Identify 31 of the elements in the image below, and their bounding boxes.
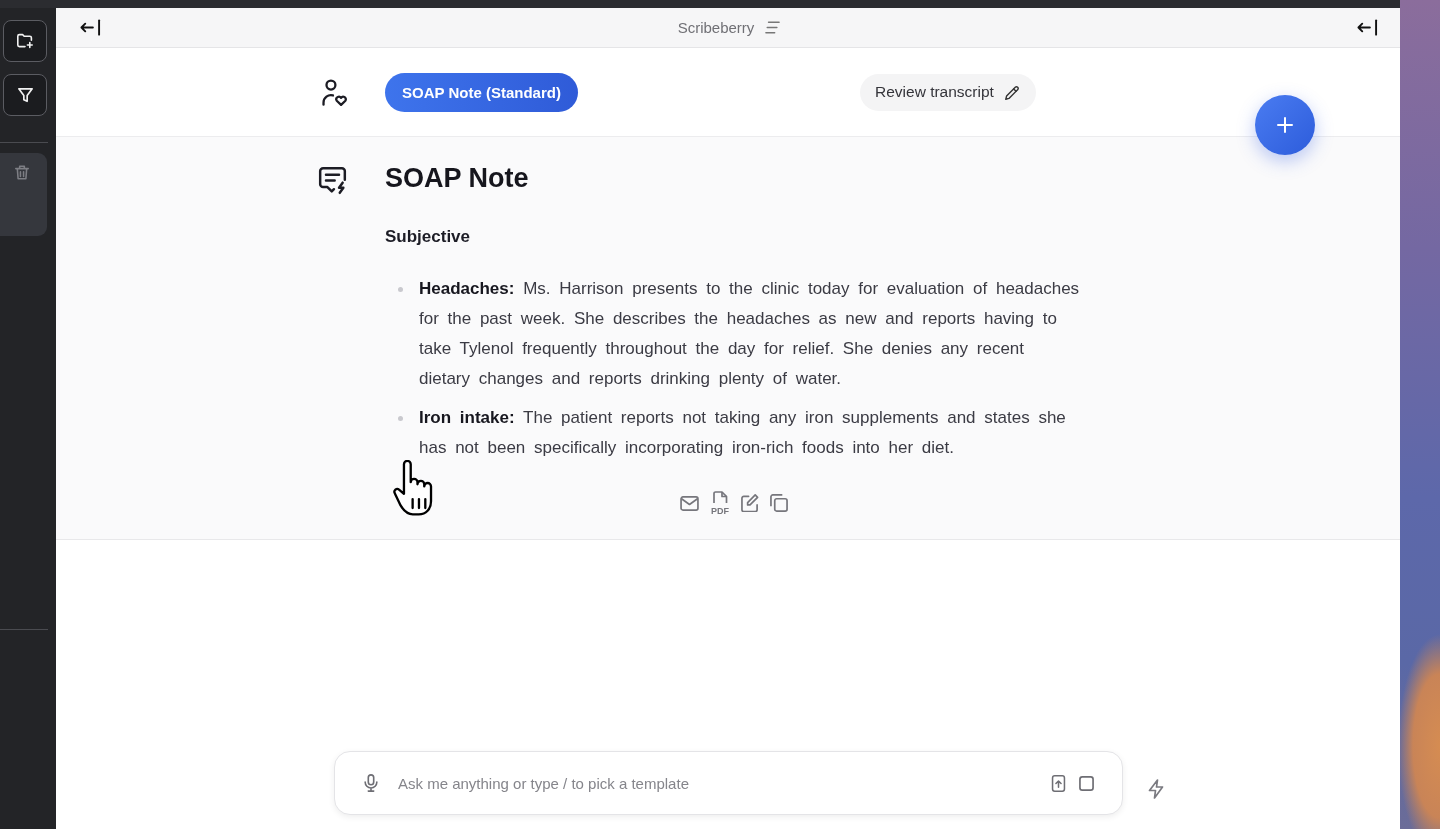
bullet-text: Headaches: Ms. Harrison presents to the clinic today for evaluation of headaches for the past week. She describes the headaches as new and reports having to take Tylenol frequently throughout the day for relief. She denies any recent dietary changes and reports drinking plenty of water. [419,278,1081,390]
bullet-icon [398,287,403,292]
microphone-icon[interactable] [363,774,379,792]
folder-plus-icon [17,33,33,49]
template-button[interactable]: SOAP Note (Standard) [385,72,578,112]
arrow-to-line-icon[interactable] [80,19,101,36]
new-folder-button[interactable] [3,20,47,62]
trash-icon[interactable] [15,165,29,180]
menu-icon[interactable] [765,21,781,34]
bullet-text: Iron intake: The patient reports not taking any iron supplements and states she has not been specifically incorporating iron-rich foods into her diet. [419,407,1067,459]
lightning-bolt-icon[interactable] [1147,779,1165,799]
app-title: Scribeberry [677,19,755,36]
mail-icon[interactable] [680,495,699,511]
bullet-icon [398,416,403,421]
copy-icon[interactable] [770,494,788,512]
arrow-to-line-icon[interactable] [1357,19,1378,36]
square-icon[interactable] [1079,775,1094,791]
section-heading: Subjective [385,227,472,247]
filter-button[interactable] [3,74,47,116]
note-title: SOAP Note [385,162,530,195]
funnel-icon [17,87,33,103]
add-button[interactable] [1255,95,1315,155]
chat-bolt-icon [318,166,347,195]
edit-icon[interactable] [741,494,759,512]
plus-icon [1277,117,1293,133]
pencil-icon [1004,84,1020,100]
chat-input-box[interactable]: Ask me anything or type / to pick a template [334,751,1123,815]
user-heart-icon [322,78,348,106]
message-input-field[interactable]: Ask me anything or type / to pick a template [398,772,1038,794]
file-upload-icon[interactable] [1051,774,1066,792]
review-transcript-button[interactable]: Review transcript [860,73,1036,111]
